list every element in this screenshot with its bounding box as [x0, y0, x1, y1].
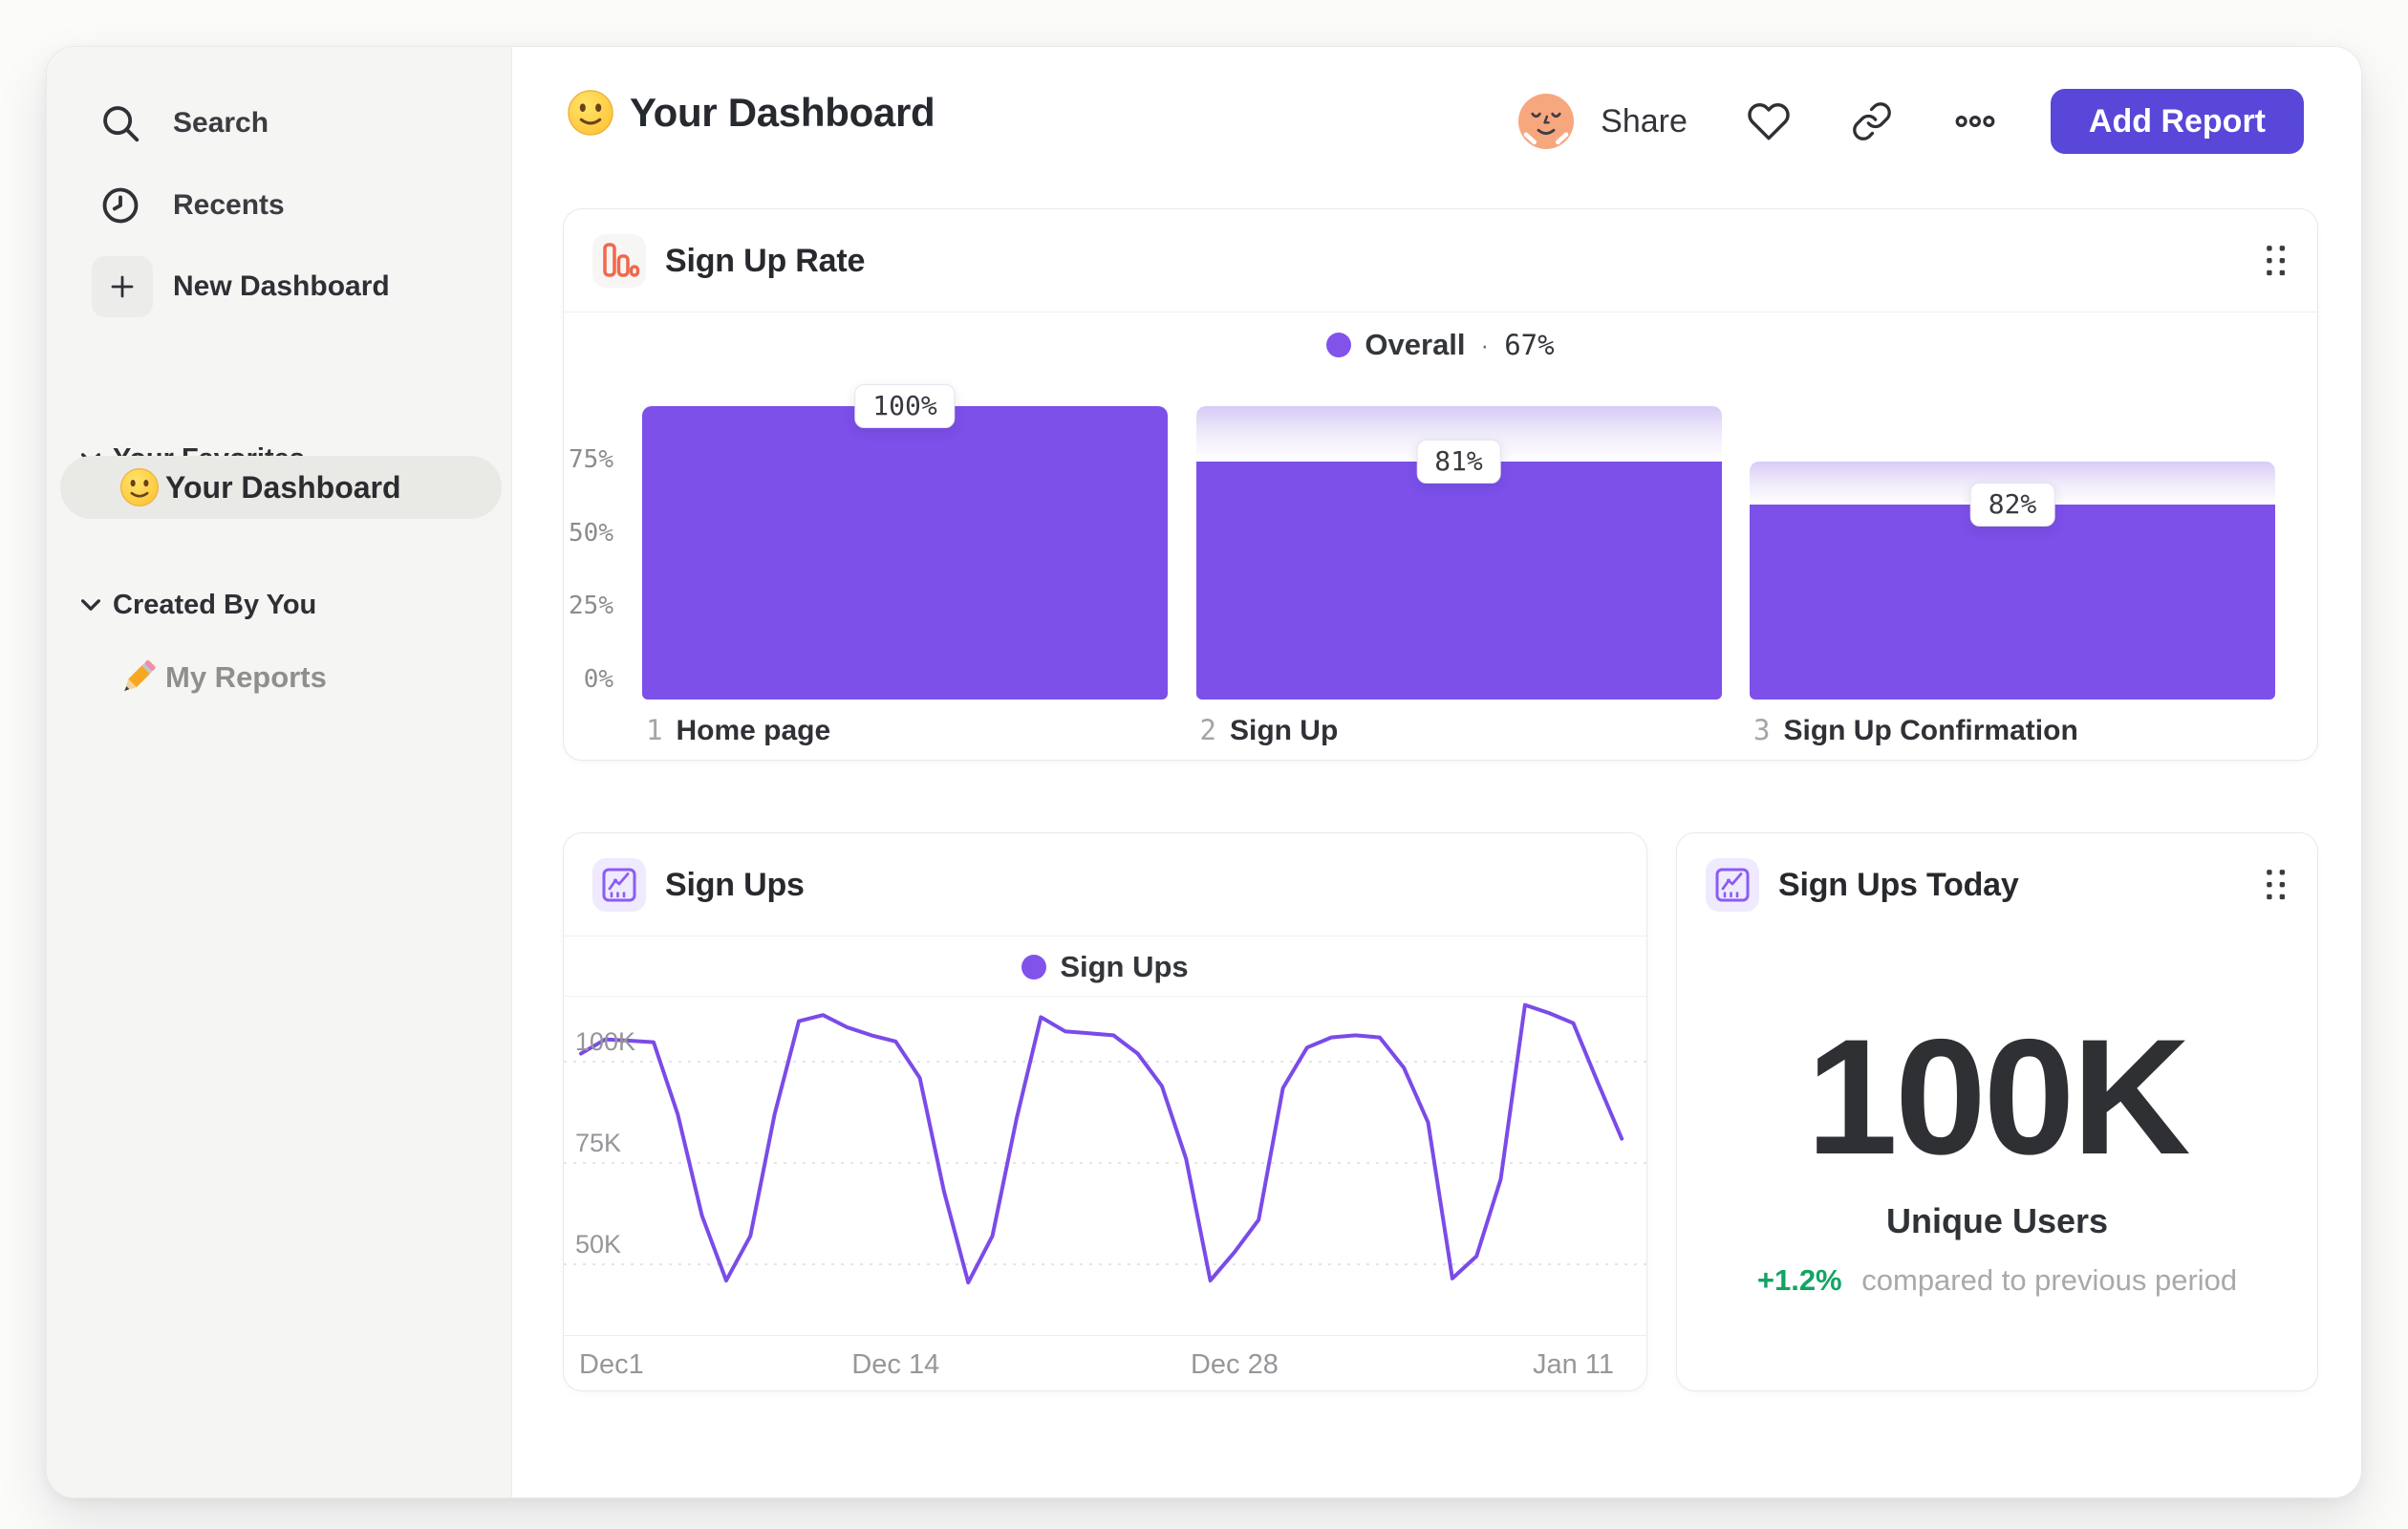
- funnel-bar-value-tooltip: 100%: [854, 384, 956, 428]
- line-y-tick: 100K: [575, 1027, 636, 1056]
- sidebar: Search Recents New Dashboard Your Favori…: [47, 47, 512, 1497]
- add-report-button[interactable]: Add Report: [2050, 89, 2304, 154]
- sidebar-item-search[interactable]: Search: [47, 97, 511, 150]
- sidebar-item-my-reports[interactable]: My Reports: [47, 651, 511, 704]
- line-plot[interactable]: 100K 75K 50K: [564, 996, 1646, 1335]
- unique-users-label: Unique Users: [1885, 1201, 2109, 1240]
- avatar[interactable]: [1518, 94, 1575, 149]
- line-chart-icon: [1706, 858, 1759, 912]
- unique-users-value: 100K: [1806, 1005, 2190, 1189]
- sidebar-item-new-dashboard[interactable]: New Dashboard: [47, 256, 511, 317]
- pencil-emoji-icon: [116, 656, 160, 700]
- page-title: Your Dashboard: [630, 90, 935, 135]
- section-label: Created By You: [113, 589, 317, 620]
- card-header: Sign Ups Today: [1677, 833, 2317, 937]
- line-chart-icon: [592, 858, 646, 912]
- step-index: 1: [646, 714, 663, 746]
- funnel-bar[interactable]: [1195, 462, 1722, 700]
- funnel-step-label: 2 Sign Up: [1200, 714, 1339, 747]
- delta-note: compared to previous period: [1861, 1263, 2238, 1297]
- card-title: Sign Ups Today: [1778, 866, 2019, 903]
- line-legend: Sign Ups: [564, 948, 1646, 986]
- funnel-bar[interactable]: [1750, 505, 2275, 700]
- delta-value: +1.2%: [1756, 1263, 1842, 1297]
- funnel-plot[interactable]: 75% 50% 25% 0% 100% 1 Home page 81% 2 Sign Up 82% 3…: [564, 209, 2317, 760]
- funnel-bar[interactable]: [642, 406, 1168, 700]
- funnel-y-tick: 0%: [583, 665, 613, 694]
- legend-label: Sign Ups: [1060, 950, 1189, 983]
- line-x-tick: Dec 14: [851, 1349, 940, 1380]
- line-y-tick: 50K: [575, 1230, 622, 1259]
- sidebar-item-label: Recents: [173, 189, 285, 221]
- line-x-tick: Dec1: [579, 1349, 644, 1380]
- step-index: 2: [1199, 714, 1216, 746]
- sidebar-item-label: Your Dashboard: [165, 469, 401, 505]
- funnel-y-tick: 25%: [569, 592, 613, 621]
- step-name: Sign Up Confirmation: [1783, 715, 2078, 746]
- clock-icon: [97, 182, 144, 229]
- line-chart-svg: [564, 1002, 1646, 1285]
- sidebar-item-label: My Reports: [165, 660, 327, 694]
- legend-dot: [1021, 955, 1047, 980]
- line-x-tick: Jan 11: [1533, 1349, 1614, 1380]
- funnel-step-label: 1 Home page: [646, 714, 830, 747]
- chevron-down-icon: [81, 594, 102, 615]
- sidebar-section-created-by-you[interactable]: Created By You: [47, 584, 511, 626]
- card-title: Sign Ups: [665, 866, 805, 903]
- plus-icon: [92, 256, 153, 317]
- sign-ups-series-line: [579, 1002, 1624, 1285]
- funnel-step-label: 3 Sign Up Confirmation: [1753, 714, 2078, 747]
- sign-up-rate-card: Sign Up Rate Overall · 67% 75% 50% 25% 0% 10…: [563, 208, 2318, 761]
- smiley-emoji-icon: [567, 89, 614, 137]
- step-name: Sign Up: [1229, 715, 1339, 746]
- favorite-heart-icon[interactable]: [1747, 99, 1791, 143]
- sidebar-item-recents[interactable]: Recents: [47, 179, 511, 232]
- delta-row: +1.2% compared to previous period: [1677, 1263, 2317, 1298]
- card-header: Sign Ups: [564, 833, 1646, 937]
- sidebar-item-label: Search: [173, 107, 269, 139]
- search-icon: [97, 99, 144, 147]
- app-window: Search Recents New Dashboard Your Favori…: [46, 46, 2362, 1498]
- share-button[interactable]: Share: [1601, 103, 1688, 140]
- step-name: Home page: [676, 715, 831, 746]
- step-index: 3: [1753, 714, 1771, 746]
- sidebar-item-label: New Dashboard: [173, 270, 390, 302]
- sidebar-item-your-dashboard[interactable]: Your Dashboard: [60, 456, 502, 519]
- sign-ups-card: Sign Ups Sign Ups 100K 75K 50K Dec1 Dec 14 D…: [563, 832, 1647, 1391]
- line-x-tick: Dec 28: [1190, 1349, 1279, 1380]
- funnel-bar-value-tooltip: 81%: [1416, 440, 1501, 485]
- drag-handle-icon[interactable]: [2264, 866, 2289, 904]
- funnel-bar-value-tooltip: 82%: [1969, 483, 2055, 528]
- more-options-icon[interactable]: [1953, 99, 1997, 143]
- funnel-y-tick: 75%: [569, 444, 613, 474]
- line-y-tick: 75K: [575, 1129, 622, 1157]
- smiley-emoji-icon: [119, 467, 160, 507]
- copy-link-icon[interactable]: [1850, 99, 1894, 143]
- funnel-y-tick: 50%: [569, 518, 613, 548]
- sign-ups-today-card: Sign Ups Today 100K Unique Users +1.2% c…: [1676, 832, 2318, 1391]
- line-x-axis: Dec1 Dec 14 Dec 28 Jan 11: [564, 1335, 1646, 1392]
